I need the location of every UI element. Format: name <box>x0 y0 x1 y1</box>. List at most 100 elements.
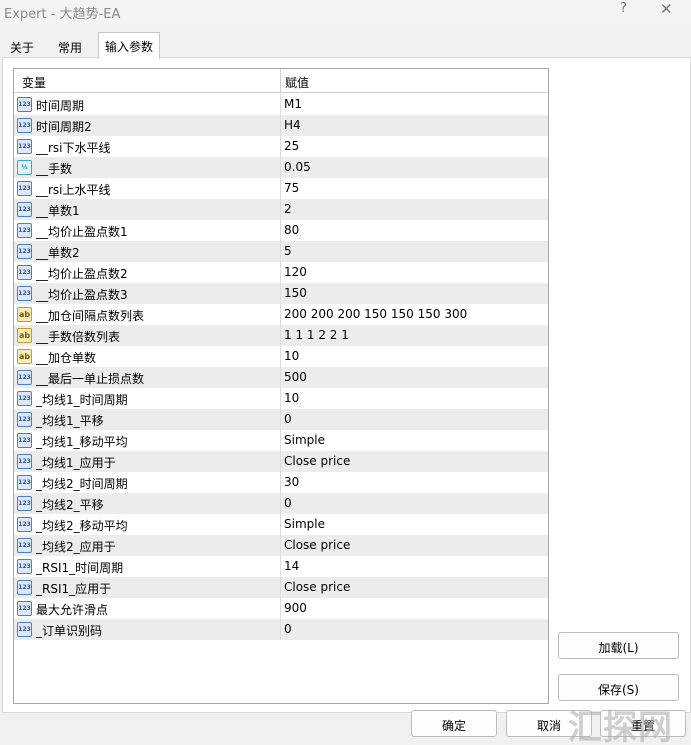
cell-divider <box>280 430 281 451</box>
table-row[interactable]: ab __加仓间隔点数列表 200 200 200 150 150 150 300 <box>14 304 548 325</box>
tab-inputs[interactable]: 输入参数 <box>98 32 160 59</box>
parameter-name: __单数2 <box>36 246 80 260</box>
table-row[interactable]: 123 __单数2 5 <box>14 241 548 262</box>
parameter-value[interactable]: 10 <box>284 391 299 405</box>
integer-type-icon: 123 <box>17 265 32 280</box>
load-button-label: 加载(L) <box>598 641 639 655</box>
tab-label: 关于 <box>9 41 34 55</box>
table-row[interactable]: 123 _均线2_应用于 Close price <box>14 535 548 556</box>
cell-divider <box>280 367 281 388</box>
save-button[interactable]: 保存(S) <box>558 674 679 701</box>
parameter-value[interactable]: 0 <box>284 496 292 510</box>
table-row[interactable]: 123 时间周期2 H4 <box>14 115 548 136</box>
table-row[interactable]: 123 __rsi上水平线 75 <box>14 178 548 199</box>
table-row[interactable]: 123 _均线1_移动平均 Simple <box>14 430 548 451</box>
parameter-value[interactable]: 1 1 1 2 2 1 <box>284 328 349 342</box>
parameter-name: __最后一单止损点数 <box>36 372 145 386</box>
integer-type-icon: 123 <box>17 286 32 301</box>
parameter-name: __手数倍数列表 <box>36 330 121 344</box>
parameter-value[interactable]: Simple <box>284 433 325 447</box>
parameter-name: 时间周期 <box>36 99 85 113</box>
table-row[interactable]: 123 __单数1 2 <box>14 199 548 220</box>
cell-divider <box>280 136 281 157</box>
cell-divider <box>280 178 281 199</box>
integer-type-icon: 123 <box>17 202 32 217</box>
column-divider[interactable] <box>280 69 281 93</box>
table-row[interactable]: 123 _均线2_移动平均 Simple <box>14 514 548 535</box>
tab-about[interactable]: 关于 <box>2 34 42 58</box>
cell-divider <box>280 220 281 241</box>
cell-divider <box>280 556 281 577</box>
integer-type-icon: 123 <box>17 118 32 133</box>
cell-divider <box>280 94 281 115</box>
parameter-name: 最大允许滑点 <box>36 603 109 617</box>
cell-divider <box>280 346 281 367</box>
parameter-value[interactable]: 120 <box>284 265 307 279</box>
tab-label: 常用 <box>57 41 82 55</box>
parameter-value[interactable]: H4 <box>284 118 301 132</box>
parameter-value[interactable]: 5 <box>284 244 292 258</box>
cell-divider <box>280 514 281 535</box>
integer-type-icon: 123 <box>17 97 32 112</box>
help-icon[interactable]: ? <box>620 1 627 16</box>
table-row[interactable]: 123 __均价止盈点数1 80 <box>14 220 548 241</box>
watermark-logo: 汇探网 <box>568 708 673 745</box>
parameter-value[interactable]: 75 <box>284 181 299 195</box>
parameter-value[interactable]: 14 <box>284 559 299 573</box>
table-row[interactable]: 123 __均价止盈点数2 120 <box>14 262 548 283</box>
table-row[interactable]: 123 _均线1_时间周期 10 <box>14 388 548 409</box>
table-row[interactable]: 123 _均线1_平移 0 <box>14 409 548 430</box>
parameter-value[interactable]: 10 <box>284 349 299 363</box>
table-row[interactable]: 123 _订单识别码 0 <box>14 619 548 640</box>
parameter-name: _均线2_平移 <box>36 498 104 512</box>
parameter-value[interactable]: 500 <box>284 370 307 384</box>
parameter-value[interactable]: 0 <box>284 622 292 636</box>
integer-type-icon: 123 <box>17 475 32 490</box>
table-row[interactable]: 123 最大允许滑点 900 <box>14 598 548 619</box>
table-row[interactable]: 123 __最后一单止损点数 500 <box>14 367 548 388</box>
table-row[interactable]: 123 时间周期 M1 <box>14 94 548 115</box>
string-type-icon: ab <box>17 328 32 343</box>
parameters-table[interactable]: 变量 赋值 123 时间周期 M1 123 时间周期2 H4 123 __rsi下水平线 25 ½… <box>13 68 549 704</box>
parameter-value[interactable]: 2 <box>284 202 292 216</box>
cell-divider <box>280 115 281 136</box>
parameter-value[interactable]: 30 <box>284 475 299 489</box>
parameter-name: 时间周期2 <box>36 120 92 134</box>
parameter-value[interactable]: 25 <box>284 139 299 153</box>
column-header-value[interactable]: 赋值 <box>285 74 309 91</box>
parameter-value[interactable]: Close price <box>284 538 350 552</box>
parameter-name: __均价止盈点数2 <box>36 267 128 281</box>
table-row[interactable]: ½ __手数 0.05 <box>14 157 548 178</box>
table-row[interactable]: ab __手数倍数列表 1 1 1 2 2 1 <box>14 325 548 346</box>
parameter-value[interactable]: 150 <box>284 286 307 300</box>
column-header-variable[interactable]: 变量 <box>22 74 46 91</box>
table-row[interactable]: ab __加仓单数 10 <box>14 346 548 367</box>
load-button[interactable]: 加载(L) <box>558 632 679 659</box>
tab-bar: 关于 常用 输入参数 <box>0 32 691 59</box>
tab-common[interactable]: 常用 <box>50 34 90 58</box>
parameter-value[interactable]: Close price <box>284 454 350 468</box>
parameter-value[interactable]: 0.05 <box>284 160 311 174</box>
parameter-value[interactable]: 0 <box>284 412 292 426</box>
cell-divider <box>280 535 281 556</box>
ok-button[interactable]: 确定 <box>411 710 497 737</box>
parameter-value[interactable]: M1 <box>284 97 302 111</box>
table-row[interactable]: 123 _均线2_平移 0 <box>14 493 548 514</box>
parameter-value[interactable]: Close price <box>284 580 350 594</box>
parameter-value[interactable]: 80 <box>284 223 299 237</box>
table-row[interactable]: 123 _均线1_应用于 Close price <box>14 451 548 472</box>
table-row[interactable]: 123 __均价止盈点数3 150 <box>14 283 548 304</box>
parameter-value[interactable]: 900 <box>284 601 307 615</box>
table-row[interactable]: 123 __rsi下水平线 25 <box>14 136 548 157</box>
string-type-icon: ab <box>17 349 32 364</box>
parameter-value[interactable]: 200 200 200 150 150 150 300 <box>284 307 467 321</box>
parameter-name: _均线2_应用于 <box>36 540 116 554</box>
cell-divider <box>280 409 281 430</box>
parameter-name: _均线1_平移 <box>36 414 104 428</box>
table-row[interactable]: 123 _RSI1_应用于 Close price <box>14 577 548 598</box>
parameter-name: __手数 <box>36 162 73 176</box>
table-row[interactable]: 123 _RSI1_时间周期 14 <box>14 556 548 577</box>
parameter-value[interactable]: Simple <box>284 517 325 531</box>
close-icon[interactable]: ✕ <box>660 0 673 18</box>
table-row[interactable]: 123 _均线2_时间周期 30 <box>14 472 548 493</box>
